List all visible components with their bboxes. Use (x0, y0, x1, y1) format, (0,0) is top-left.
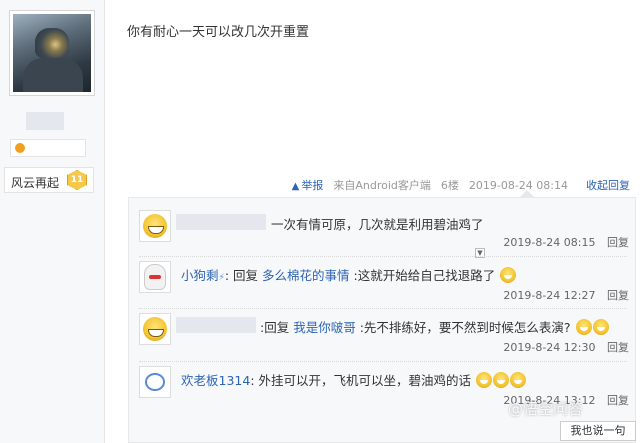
reply-box-arrow (520, 190, 534, 197)
reply-button[interactable]: 回复 (607, 394, 629, 407)
add-reply-button[interactable]: 我也说一句 (560, 421, 636, 441)
watermark-text: @悟空问答 (508, 400, 584, 418)
reply-avatar[interactable] (139, 261, 171, 293)
avatar-image (13, 14, 91, 92)
post-content: 你有耐心一天可以改几次开重置 (127, 25, 310, 40)
vip-icon: ⚡ (218, 273, 225, 283)
post-source: 来自Android客户端 (333, 179, 431, 192)
reply-divider (139, 308, 627, 309)
post-meta: ▲ 举报 来自Android客户端 6楼 2019-08-24 08:14 收起回… (292, 177, 630, 193)
level-badge-icon: 11 (67, 170, 87, 190)
reply-footer: 2019-8-24 08:15 回复 (503, 234, 629, 250)
reply-button[interactable]: 回复 (607, 236, 629, 249)
reply-text: 一次有情可原，几次就是利用碧油鸡了 (271, 217, 484, 232)
reply-time: 2019-8-24 08:15 (503, 236, 596, 249)
smile-emoji-icon (493, 372, 509, 388)
reply-item: 小狗剩⚡: 回复 多么棉花的事情 :这就开始给自己找退路了 2019-8-24 … (139, 261, 629, 303)
anime-avatar-icon (144, 264, 166, 290)
collapse-replies-link[interactable]: 收起回复 (586, 177, 630, 193)
smile-emoji-icon (510, 372, 526, 388)
reply-item: :回复 我是你啵哥 :先不排练好，要不然到时候怎么表演? 2019-8-24 1… (139, 313, 629, 357)
reply-username[interactable]: 小狗剩 (181, 268, 219, 283)
forum-level-name: 风云再起 (11, 176, 60, 190)
report-label: 举报 (301, 179, 324, 192)
laugh-emoji-icon (575, 319, 592, 335)
reply-text-line: :回复 我是你啵哥 :先不排练好，要不然到时候怎么表演? (260, 317, 609, 336)
reply-footer: 2019-8-24 12:30 回复 (503, 339, 629, 355)
reply-target-user[interactable]: 我是你啵哥 (293, 320, 356, 335)
reply-username[interactable]: 欢老板1314 (181, 373, 250, 388)
reply-time: 2019-8-24 12:27 (503, 289, 596, 302)
reply-target-user[interactable]: 多么棉花的事情 (262, 268, 350, 283)
reply-text: :这就开始给自己找退路了 (353, 268, 496, 283)
reply-divider (139, 256, 627, 257)
reply-avatar[interactable] (139, 210, 171, 242)
author-avatar[interactable] (9, 10, 95, 96)
reply-username-blurred[interactable] (176, 214, 266, 230)
warning-icon: ▲ (291, 181, 300, 192)
reply-text-line: 欢老板1314: 外挂可以开，飞机可以坐，碧油鸡的话 (181, 370, 526, 389)
reply-footer: 2019-8-24 12:27 回复 (503, 287, 629, 303)
reply-time: 2019-8-24 12:30 (503, 341, 596, 354)
reply-button[interactable]: 回复 (607, 289, 629, 302)
author-sidebar: 风云再起 11 (0, 0, 105, 443)
reply-word: 回复 (233, 268, 259, 283)
post-time: 2019-08-24 08:14 (468, 178, 568, 192)
cartoon-avatar-icon (145, 373, 165, 391)
reply-item: 一次有情可原，几次就是利用碧油鸡了 ▼ 2019-8-24 08:15 回复 (139, 210, 629, 258)
report-link[interactable]: ▲ 举报 (292, 177, 324, 193)
post-floor: 6楼 (440, 179, 459, 192)
reply-word: 回复 (264, 320, 290, 335)
level-box[interactable]: 风云再起 11 (4, 167, 94, 193)
reply-username-blurred[interactable] (176, 317, 256, 333)
smile-emoji-icon (500, 267, 517, 283)
reply-avatar[interactable] (139, 313, 171, 345)
reply-avatar[interactable] (139, 366, 171, 398)
author-badge (10, 139, 86, 157)
reply-text: 外挂可以开，飞机可以坐，碧油鸡的话 (258, 373, 472, 388)
reply-button[interactable]: 回复 (607, 341, 629, 354)
smiley-avatar-icon (143, 317, 167, 341)
smile-emoji-icon (476, 372, 492, 388)
reply-text: :先不排练好，要不然到时候怎么表演? (359, 320, 571, 335)
gamepad-icon (15, 143, 25, 153)
reply-divider (139, 361, 627, 362)
reply-text-line: 小狗剩⚡: 回复 多么棉花的事情 :这就开始给自己找退路了 (181, 265, 517, 284)
author-name-blurred (26, 112, 64, 130)
laugh-emoji-icon (592, 319, 609, 335)
smiley-avatar-icon (143, 214, 167, 238)
